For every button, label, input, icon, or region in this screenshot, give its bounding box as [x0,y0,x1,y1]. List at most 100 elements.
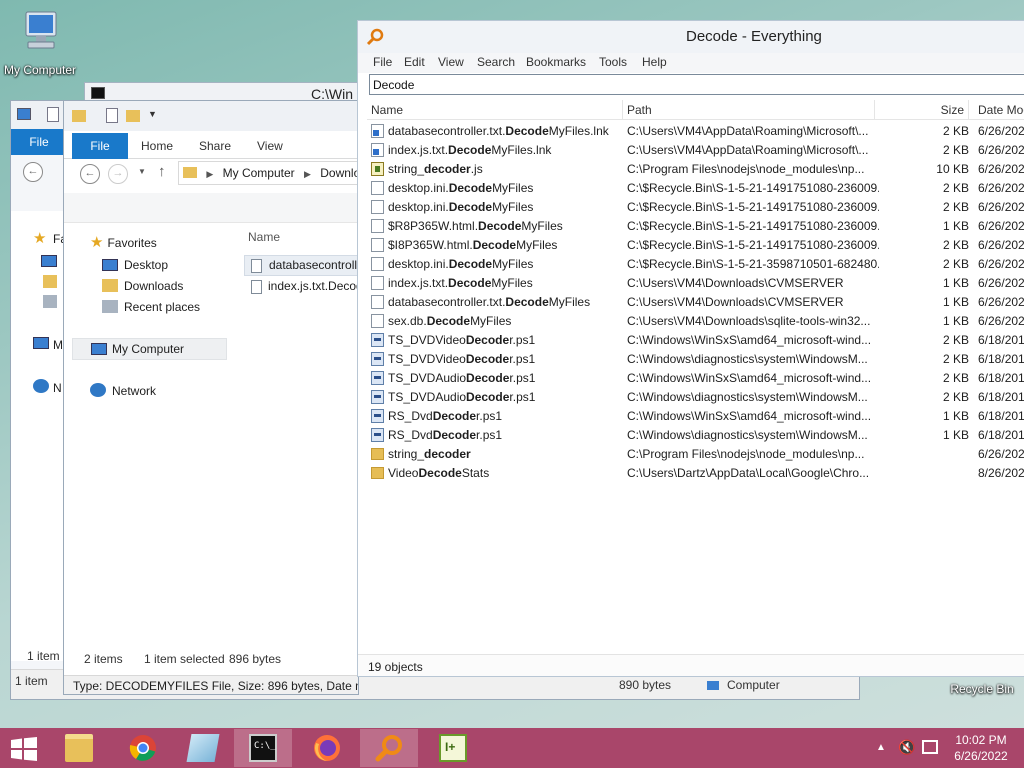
downloads-folder-icon [102,279,118,292]
result-name: TS_DVDAudioDecoder.ps1 [371,369,623,388]
menu-edit[interactable]: Edit [404,55,425,69]
tree-recent-places[interactable]: Recent places [102,299,200,315]
result-name-suffix: MyFiles [492,200,534,214]
tree-favorites[interactable]: ★ Favorites [90,235,157,251]
column-header-date-modified[interactable]: Date Mod [974,100,1024,120]
folder-icon [371,448,384,460]
taskbar-firefox[interactable] [298,729,356,767]
result-row[interactable]: RS_DvdDecoder.ps1 C:\Windows\WinSxS\amd64… [367,407,1024,426]
menu-tools[interactable]: Tools [599,55,627,69]
back-button[interactable]: ← [23,162,43,182]
command-strip [64,193,358,223]
breadcrumb-downloads[interactable]: Downlo [320,166,358,180]
everything-window[interactable]: Decode - Everything File Edit View Search Bo… [357,20,1024,677]
result-name-suffix: r.ps1 [509,371,536,385]
back-bottom-location: Computer [727,678,780,692]
result-name-prefix: RS_Dvd [388,409,433,423]
taskbar-chrome[interactable] [114,729,172,767]
result-date: 6/18/2013 [978,333,1024,347]
result-name-prefix: sex.db. [388,314,427,328]
tree-fragment-my-computer[interactable]: M [53,338,63,352]
file-tab[interactable]: File [72,133,128,159]
folder-icon [43,275,57,288]
start-button[interactable] [0,729,48,767]
result-row[interactable]: TS_DVDVideoDecoder.ps1 C:\Windows\diagnos… [367,350,1024,369]
taskbar-notepad-plus[interactable]: I+ [424,729,482,767]
result-row[interactable]: TS_DVDAudioDecoder.ps1 C:\Windows\WinSxS\… [367,369,1024,388]
result-row[interactable]: index.js.txt.DecodeMyFiles C:\Users\VM4\D… [367,274,1024,293]
taskbar-everything[interactable] [360,729,418,767]
system-clock[interactable]: 10:02 PM 6/26/2022 [948,732,1014,764]
result-row[interactable]: databasecontroller.txt.DecodeMyFiles C:\U… [367,293,1024,312]
result-row[interactable]: RS_DvdDecoder.ps1 C:\Windows\diagnostics\… [367,426,1024,445]
forward-button[interactable]: → [108,164,128,184]
up-button[interactable]: ↑ [158,163,166,180]
result-row[interactable]: VideoDecodeStats C:\Users\Dartz\AppData\L… [367,464,1024,483]
tab-home[interactable]: Home [141,133,173,159]
result-name: $R8P365W.html.DecodeMyFiles [371,217,623,236]
result-row[interactable]: desktop.ini.DecodeMyFiles C:\$Recycle.Bin… [367,198,1024,217]
tree-fragment-network[interactable]: N [53,381,62,395]
explorer-window-downloads[interactable]: ▼ File Home Share View ← → ▼ ↑ ▶ My Comp… [63,100,359,695]
result-row[interactable]: $I8P365W.html.DecodeMyFiles C:\$Recycle.B… [367,236,1024,255]
tree-my-computer[interactable]: My Computer [72,338,227,360]
search-input[interactable] [369,74,1024,95]
result-size: 2 KB [942,333,969,347]
result-row[interactable]: desktop.ini.DecodeMyFiles C:\$Recycle.Bin… [367,179,1024,198]
menu-search[interactable]: Search [477,55,515,69]
address-bar[interactable]: ▶ My Computer ▶ Downlo [178,161,358,185]
volume-muted-icon[interactable]: 🔇 [898,739,915,756]
everything-title-bar[interactable]: Decode - Everything [358,21,1024,53]
result-name-prefix: string_ [388,162,425,176]
result-name-match: Decode [465,352,510,366]
result-date: 6/26/2022 [978,143,1024,157]
file-row[interactable]: databasecontroll [244,255,358,276]
recycle-bin-label[interactable]: Recycle Bin [942,682,1022,696]
tab-view[interactable]: View [257,133,283,159]
result-row[interactable]: databasecontroller.txt.DecodeMyFiles.lnk… [367,122,1024,141]
menu-view[interactable]: View [438,55,464,69]
menu-file[interactable]: File [373,55,392,69]
recent-locations-chevron-icon[interactable]: ▼ [138,167,146,176]
tree-desktop[interactable]: Desktop [102,257,168,273]
result-path: C:\Users\VM4\Downloads\sqlite-tools-win3… [627,314,871,328]
result-name-suffix: r.ps1 [476,428,503,442]
result-row[interactable]: index.js.txt.DecodeMyFiles.lnk C:\Users\V… [367,141,1024,160]
tree-downloads[interactable]: Downloads [102,278,183,294]
result-path: C:\Users\VM4\AppData\Roaming\Microsoft\.… [627,124,869,138]
result-path: C:\Windows\WinSxS\amd64_microsoft-wind..… [627,371,872,385]
result-row[interactable]: desktop.ini.DecodeMyFiles C:\$Recycle.Bin… [367,255,1024,274]
menu-bookmarks[interactable]: Bookmarks [526,55,586,69]
network-status-icon[interactable] [922,740,938,754]
tree-network[interactable]: Network [90,383,156,399]
show-hidden-icons-chevron-icon[interactable]: ▲ [876,742,886,753]
magnifier-icon [366,28,384,46]
desktop-icon-my-computer[interactable]: My Computer [0,8,81,77]
result-row[interactable]: sex.db.DecodeMyFiles C:\Users\VM4\Downloa… [367,312,1024,331]
result-size: 2 KB [942,143,969,157]
breadcrumb-my-computer[interactable]: My Computer [223,166,295,180]
result-row[interactable]: string_decoder.js C:\Program Files\nodejs… [367,160,1024,179]
result-name: desktop.ini.DecodeMyFiles [371,255,623,274]
result-size: 1 KB [942,295,969,309]
tab-share[interactable]: Share [199,133,231,159]
column-header-name[interactable]: Name [248,230,280,244]
menu-help[interactable]: Help [642,55,667,69]
file-row[interactable]: index.js.txt.Decod [244,277,358,298]
file-tab[interactable]: File [11,129,67,155]
column-header-name[interactable]: Name [367,100,623,120]
result-row[interactable]: string_decoder C:\Program Files\nodejs\no… [367,445,1024,464]
column-header-size[interactable]: Size [875,100,969,120]
column-header-path[interactable]: Path [623,100,875,120]
result-date: 6/26/2022 [978,219,1024,233]
result-row[interactable]: $R8P365W.html.DecodeMyFiles C:\$Recycle.B… [367,217,1024,236]
back-button[interactable]: ← [80,164,100,184]
result-row[interactable]: TS_DVDVideoDecoder.ps1 C:\Windows\WinSxS\… [367,331,1024,350]
result-row[interactable]: TS_DVDAudioDecoder.ps1 C:\Windows\diagnos… [367,388,1024,407]
result-name: VideoDecodeStats [371,464,623,483]
taskbar-app-tile[interactable] [174,729,232,767]
result-name-prefix: index.js.txt. [388,143,449,157]
taskbar-file-explorer[interactable] [50,729,108,767]
result-date: 6/26/2022 [978,276,1024,290]
taskbar-cmd[interactable]: C:\_ [234,729,292,767]
